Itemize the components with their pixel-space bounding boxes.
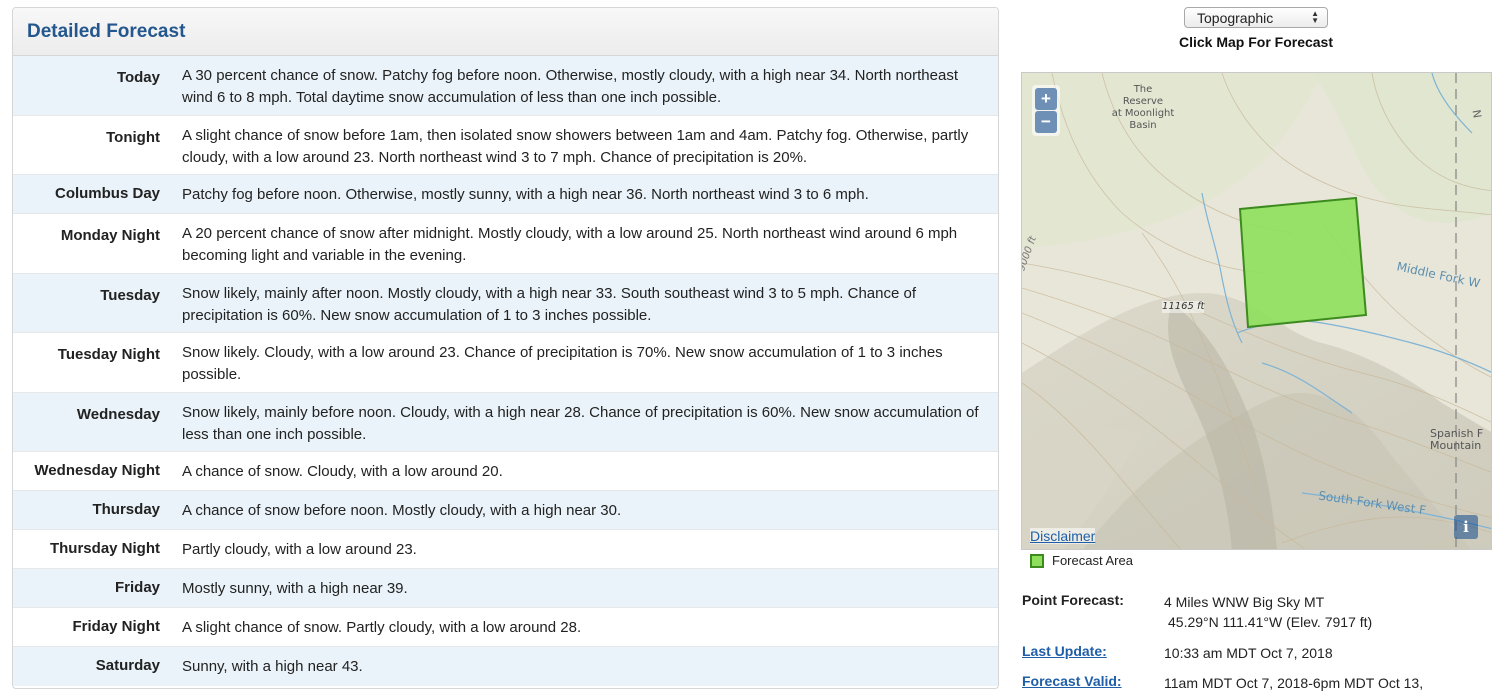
period-description: A chance of snow before noon. Mostly clo… [182, 502, 622, 519]
period-name: Saturday [95, 657, 160, 674]
period-description: Patchy fog before noon. Otherwise, mostl… [182, 186, 869, 203]
point-forecast-label: Point Forecast: [1022, 592, 1124, 608]
period-name: Tuesday [100, 286, 160, 304]
map-layer-select[interactable]: Topographic ▲ ▼ [1184, 7, 1328, 28]
period-description: A slight chance of snow before 1am, then… [182, 126, 969, 166]
period-name: Monday Night [60, 227, 160, 244]
period-description: Sunny, with a high near 43. [182, 658, 363, 675]
point-forecast-value: 4 Miles WNW Big Sky MT 45.29°N 111.41°W … [1164, 592, 1494, 632]
forecast-map[interactable]: + − The Reserve at Moonlight Basin 11165… [1021, 72, 1492, 550]
forecast-row: Thursday A chance of snow before noon. M… [13, 491, 998, 530]
forecast-area-polygon [1238, 196, 1368, 329]
forecast-row: Tuesday Night Snow likely. Cloudy, with … [13, 333, 998, 393]
map-zoom-controls: + − [1032, 85, 1060, 136]
period-name: Friday [114, 579, 160, 596]
period-name: Tuesday Night [57, 346, 160, 363]
forecast-valid-link[interactable]: Forecast Valid: [1022, 673, 1152, 689]
forecast-valid-value: 11am MDT Oct 7, 2018-6pm MDT Oct 13, [1164, 675, 1424, 691]
topo-map-graphic [1022, 73, 1491, 549]
period-description: A 30 percent chance of snow. Patchy fog … [182, 67, 959, 106]
period-name: Wednesday [76, 405, 160, 423]
point-coordinates: 45.29°N 111.41°W (Elev. 7917 ft) [1168, 614, 1373, 630]
forecast-rows: Today A 30 percent chance of snow. Patch… [13, 56, 998, 686]
period-description: Mostly sunny, with a high near 39. [182, 580, 408, 597]
panel-header: Detailed Forecast [13, 8, 998, 56]
period-name: Wednesday Night [34, 462, 160, 479]
period-name: Today [116, 69, 160, 86]
forecast-row: Monday Night A 20 percent chance of snow… [13, 214, 998, 274]
forecast-row: Wednesday Night A chance of snow. Cloudy… [13, 452, 998, 491]
forecast-row: Tonight A slight chance of snow before 1… [13, 116, 998, 175]
select-arrows-icon: ▲ ▼ [1311, 9, 1319, 25]
point-location: 4 Miles WNW Big Sky MT [1164, 594, 1325, 610]
forecast-row: Friday Mostly sunny, with a high near 39… [13, 569, 998, 608]
period-description: Snow likely. Cloudy, with a low around 2… [182, 344, 943, 383]
forecast-row: Today A 30 percent chance of snow. Patch… [13, 56, 998, 116]
map-info-button[interactable]: i [1454, 515, 1478, 539]
period-description: Snow likely, mainly after noon. Mostly c… [182, 284, 917, 324]
period-name: Columbus Day [54, 185, 160, 202]
period-name: Thursday [92, 501, 160, 518]
period-description: A chance of snow. Cloudy, with a low aro… [182, 463, 503, 480]
forecast-row: Saturday Sunny, with a high near 43. [13, 647, 998, 686]
legend-label: Forecast Area [1052, 553, 1133, 568]
period-description: Partly cloudy, with a low around 23. [182, 541, 417, 558]
period-description: A slight chance of snow. Partly cloudy, … [182, 619, 582, 636]
period-name: Thursday Night [49, 540, 160, 557]
last-update-link[interactable]: Last Update: [1022, 643, 1152, 659]
click-map-hint: Click Map For Forecast [1178, 34, 1334, 50]
period-name: Tonight [106, 128, 160, 146]
last-update-value: 10:33 am MDT Oct 7, 2018 [1164, 645, 1333, 661]
forecast-row: Friday Night A slight chance of snow. Pa… [13, 608, 998, 647]
map-label-spanish-mountain: Spanish F Mountain [1430, 427, 1484, 452]
zoom-in-button[interactable]: + [1035, 88, 1057, 110]
period-name: Friday Night [72, 618, 160, 635]
map-legend: Forecast Area [1030, 553, 1133, 568]
disclaimer-link[interactable]: Disclaimer [1030, 528, 1096, 544]
map-label-peak-elevation: 11165 ft [1162, 301, 1205, 313]
detailed-forecast-panel: Detailed Forecast Today A 30 percent cha… [12, 7, 999, 689]
forecast-row: Columbus Day Patchy fog before noon. Oth… [13, 175, 998, 214]
panel-title: Detailed Forecast [27, 20, 186, 42]
map-layer-select-value: Topographic [1197, 9, 1274, 26]
period-description: Snow likely, mainly before noon. Cloudy,… [182, 403, 979, 443]
forecast-row: Wednesday Snow likely, mainly before noo… [13, 392, 998, 452]
forecast-row: Thursday Night Partly cloudy, with a low… [13, 530, 998, 569]
period-description: A 20 percent chance of snow after midnig… [182, 225, 958, 264]
forecast-area-swatch [1030, 553, 1044, 568]
map-label-reserve: The Reserve at Moonlight Basin [1111, 84, 1175, 131]
forecast-row: Tuesday Snow likely, mainly after noon. … [13, 273, 998, 333]
zoom-out-button[interactable]: − [1035, 111, 1057, 133]
